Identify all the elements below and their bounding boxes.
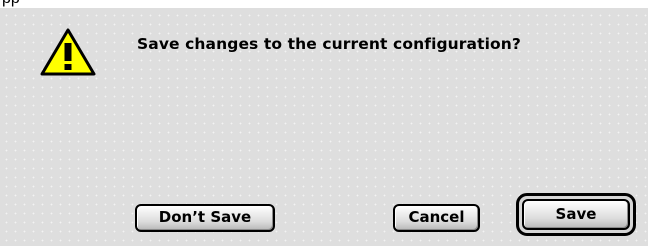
save-button[interactable]: Save <box>522 199 630 230</box>
dont-save-button[interactable]: Don’t Save <box>135 204 275 232</box>
top-window-edge: pp <box>0 0 648 8</box>
clipped-title-fragment: pp <box>2 0 20 7</box>
alert-dialog: Save changes to the current configuratio… <box>0 8 648 246</box>
dialog-message: Save changes to the current configuratio… <box>137 35 522 53</box>
cancel-button[interactable]: Cancel <box>393 204 480 232</box>
warning-icon <box>40 28 96 76</box>
